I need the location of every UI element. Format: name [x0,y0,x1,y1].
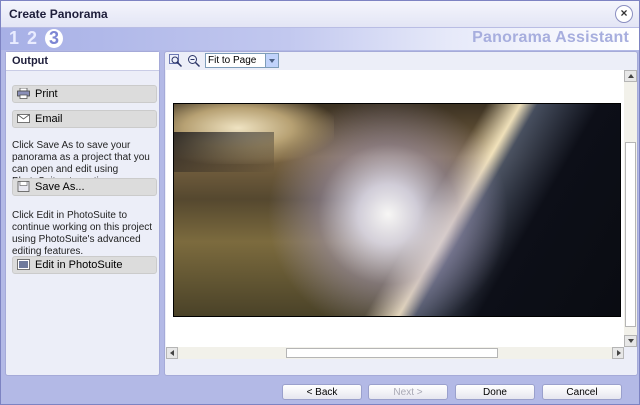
preview-viewport[interactable] [166,70,624,347]
scroll-left-button[interactable] [166,347,178,359]
scroll-right-button[interactable] [612,347,624,359]
close-icon: × [620,6,628,20]
close-button[interactable]: × [615,5,633,23]
disk-icon [17,181,30,192]
chevron-down-icon[interactable] [265,54,278,67]
edit-description: Click Edit in PhotoSuite to continue wor… [12,210,153,257]
save-as-label: Save As... [35,181,85,193]
panorama-image [173,103,621,317]
done-button[interactable]: Done [455,384,535,400]
zoom-dropdown[interactable]: Fit to Page [205,53,279,68]
scroll-up-button[interactable] [624,70,637,82]
zoom-out-icon[interactable] [187,54,201,68]
footer-bar: < Back Next > Done Cancel [1,379,639,405]
zoom-in-icon[interactable] [169,54,183,68]
edit-label: Edit in PhotoSuite [35,259,123,271]
edit-in-photosuite-button[interactable]: Edit in PhotoSuite [12,256,157,274]
step-3-current[interactable]: 3 [45,29,63,48]
preview-toolbar: Fit to Page [165,52,637,70]
cancel-button[interactable]: Cancel [542,384,622,400]
printer-icon [17,88,30,99]
create-panorama-window: Create Panorama × 1 2 3 Panorama Assista… [0,0,640,405]
save-as-button[interactable]: Save As... [12,178,157,196]
output-panel: Output Print Email Click Save As to save… [5,51,160,376]
step-1[interactable]: 1 [9,28,19,49]
print-label: Print [35,88,58,100]
horizontal-scroll-thumb[interactable] [286,348,498,358]
horizontal-scrollbar[interactable] [166,347,624,359]
next-button[interactable]: Next > [368,384,448,400]
scroll-down-button[interactable] [624,335,637,347]
vertical-scrollbar[interactable] [624,70,637,347]
back-button[interactable]: < Back [282,384,362,400]
email-button[interactable]: Email [12,110,157,128]
preview-panel: Fit to Page [164,51,638,376]
step-bar: 1 2 3 Panorama Assistant [1,28,639,50]
step-2[interactable]: 2 [27,28,37,49]
zoom-value: Fit to Page [208,55,257,66]
print-button[interactable]: Print [12,85,157,103]
email-label: Email [35,113,63,125]
output-header: Output [6,52,159,71]
window-title: Create Panorama [9,7,108,21]
vertical-scroll-thumb[interactable] [625,142,636,327]
envelope-icon [17,114,30,123]
title-bar: Create Panorama × [1,1,639,28]
assistant-title: Panorama Assistant [472,29,629,46]
mountain-shadow [174,132,274,172]
edit-icon [17,259,30,270]
